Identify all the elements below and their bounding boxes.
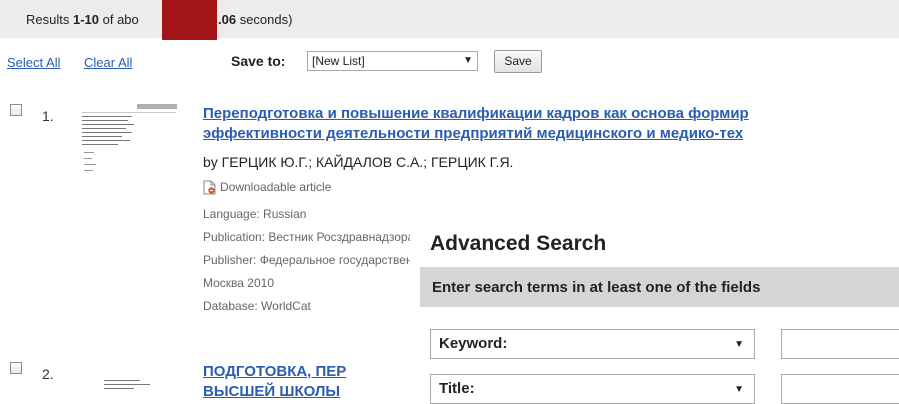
field-type-select-title[interactable]: Title: ▼ <box>430 374 755 404</box>
redaction-block <box>162 0 217 40</box>
item-1-publication: Publication: Вестник Росздравнадзора <box>203 230 415 244</box>
item-1-title-line1[interactable]: Переподготовка и повышение квалификации … <box>203 104 749 124</box>
item-1-download-label[interactable]: Downloadable article <box>220 180 331 194</box>
keyword-search-input[interactable] <box>781 329 899 359</box>
results-time-suffix: seconds) <box>236 12 293 27</box>
clear-all-link[interactable]: Clear All <box>84 55 132 70</box>
save-list-select[interactable]: [New List] ▼ <box>307 51 478 71</box>
document-pdf-icon <box>203 180 216 195</box>
results-summary-bar: Results 1-10 of abo .06 seconds) <box>0 0 899 38</box>
item-1-title-line2[interactable]: эффективности деятельности предприятий м… <box>203 124 743 144</box>
title-search-input[interactable] <box>781 374 899 404</box>
advanced-search-panel: Advanced Search Enter search terms in at… <box>410 212 899 404</box>
item-1-checkbox[interactable] <box>10 104 22 116</box>
item-1-database: Database: WorldCat <box>203 299 311 313</box>
field-type-label-keyword: Keyword: <box>439 335 508 352</box>
results-count-text: of abo <box>99 12 139 27</box>
chevron-down-icon: ▼ <box>734 339 744 350</box>
select-all-link[interactable]: Select All <box>7 55 60 70</box>
results-summary: Results 1-10 of abo <box>26 12 139 27</box>
item-2-title-line1[interactable]: ПОДГОТОВКА, ПЕР <box>203 362 346 382</box>
advanced-search-instruction: Enter search terms in at least one of th… <box>432 279 761 296</box>
chevron-down-icon: ▼ <box>734 384 744 395</box>
field-type-label-title: Title: <box>439 380 475 397</box>
item-2-number: 2. <box>42 366 54 382</box>
item-1-place-year: Москва 2010 <box>203 276 274 290</box>
results-prefix: Results <box>26 12 73 27</box>
item-2-thumbnail[interactable] <box>104 376 154 394</box>
results-time-value: .06 <box>218 12 237 27</box>
advanced-search-title: Advanced Search <box>430 232 607 255</box>
save-list-value: [New List] <box>312 54 365 68</box>
item-1-thumbnail[interactable] <box>80 98 178 194</box>
item-1-language: Language: Russian <box>203 207 307 221</box>
save-button[interactable]: Save <box>494 50 542 73</box>
results-toolbar: Select All Clear All Save to: [New List]… <box>0 46 899 76</box>
results-range: 1-10 <box>72 12 99 27</box>
item-2-checkbox[interactable] <box>10 362 22 374</box>
chevron-down-icon: ▼ <box>463 55 473 66</box>
item-2-title-line2[interactable]: ВЫСШЕЙ ШКОЛЫ <box>203 382 340 402</box>
results-time: .06 seconds) <box>218 12 292 27</box>
save-to-label: Save to: <box>231 53 286 69</box>
item-1-publisher: Publisher: Федеральное государственное <box>203 253 433 267</box>
advanced-search-instruction-bar: Enter search terms in at least one of th… <box>420 267 899 307</box>
field-type-select-keyword[interactable]: Keyword: ▼ <box>430 329 755 359</box>
item-1-number: 1. <box>42 108 54 124</box>
item-1-authors: by ГЕРЦИК Ю.Г.; КАЙДАЛОВ С.А.; ГЕРЦИК Г.… <box>203 154 514 170</box>
